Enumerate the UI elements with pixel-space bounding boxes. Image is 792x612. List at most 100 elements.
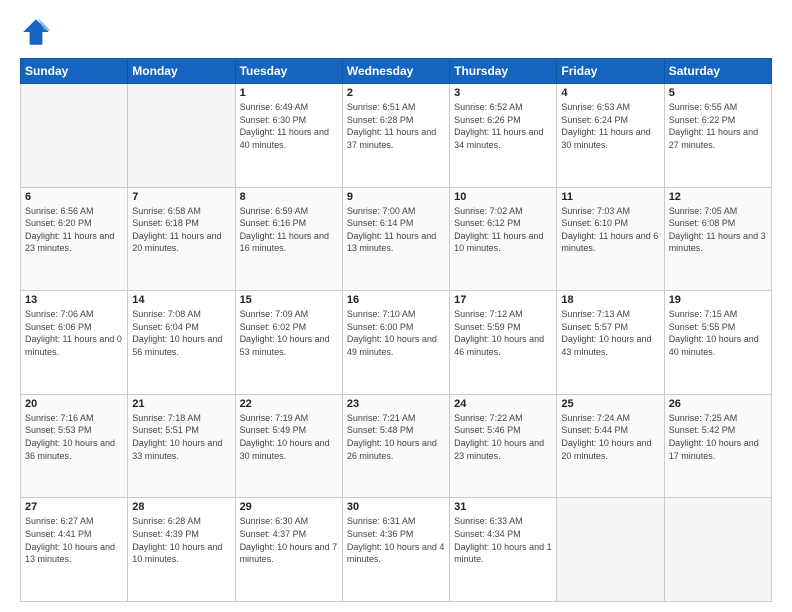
day-info: Sunrise: 6:55 AMSunset: 6:22 PMDaylight:… [669,101,767,151]
day-info: Sunrise: 6:59 AMSunset: 6:16 PMDaylight:… [240,205,338,255]
calendar-cell: 25Sunrise: 7:24 AMSunset: 5:44 PMDayligh… [557,394,664,498]
day-info: Sunrise: 7:03 AMSunset: 6:10 PMDaylight:… [561,205,659,255]
day-info: Sunrise: 7:12 AMSunset: 5:59 PMDaylight:… [454,308,552,358]
calendar-cell: 5 Sunrise: 6:55 AMSunset: 6:22 PMDaylight… [664,84,771,188]
day-number: 17 [454,294,552,306]
calendar-cell [557,498,664,602]
day-info: Sunrise: 6:56 AMSunset: 6:20 PMDaylight:… [25,205,123,255]
calendar-cell: 23Sunrise: 7:21 AMSunset: 5:48 PMDayligh… [342,394,449,498]
day-number: 4 [561,87,659,99]
day-number: 20 [25,398,123,410]
day-info: Sunrise: 6:30 AMSunset: 4:37 PMDaylight:… [240,515,338,565]
day-number: 2 [347,87,445,99]
calendar-cell: 22 Sunrise: 7:19 AMSunset: 5:49 PMDayligh… [235,394,342,498]
calendar-cell: 4 Sunrise: 6:53 AMSunset: 6:24 PMDaylight… [557,84,664,188]
day-info: Sunrise: 6:31 AMSunset: 4:36 PMDaylight:… [347,515,445,565]
day-number: 30 [347,501,445,513]
day-info: Sunrise: 7:06 AMSunset: 6:06 PMDaylight:… [25,308,123,358]
day-number: 5 [669,87,767,99]
day-header-wednesday: Wednesday [342,59,449,84]
day-number: 26 [669,398,767,410]
day-header-saturday: Saturday [664,59,771,84]
calendar-cell: 28 Sunrise: 6:28 AMSunset: 4:39 PMDayligh… [128,498,235,602]
calendar-cell: 16Sunrise: 7:10 AMSunset: 6:00 PMDayligh… [342,291,449,395]
day-number: 31 [454,501,552,513]
calendar-week-row: 1 Sunrise: 6:49 AMSunset: 6:30 PMDaylight… [21,84,772,188]
day-info: Sunrise: 7:22 AMSunset: 5:46 PMDaylight:… [454,412,552,462]
calendar-cell: 9Sunrise: 7:00 AMSunset: 6:14 PMDaylight… [342,187,449,291]
calendar-cell: 13Sunrise: 7:06 AMSunset: 6:06 PMDayligh… [21,291,128,395]
day-info: Sunrise: 7:09 AMSunset: 6:02 PMDaylight:… [240,308,338,358]
calendar-cell: 8 Sunrise: 6:59 AMSunset: 6:16 PMDaylight… [235,187,342,291]
day-info: Sunrise: 7:05 AMSunset: 6:08 PMDaylight:… [669,205,767,255]
day-number: 11 [561,191,659,203]
calendar-cell: 17 Sunrise: 7:12 AMSunset: 5:59 PMDayligh… [450,291,557,395]
day-number: 3 [454,87,552,99]
calendar-cell: 30 Sunrise: 6:31 AMSunset: 4:36 PMDayligh… [342,498,449,602]
calendar-cell: 31 Sunrise: 6:33 AMSunset: 4:34 PMDayligh… [450,498,557,602]
day-info: Sunrise: 7:18 AMSunset: 5:51 PMDaylight:… [132,412,230,462]
calendar-cell: 10 Sunrise: 7:02 AMSunset: 6:12 PMDayligh… [450,187,557,291]
day-header-tuesday: Tuesday [235,59,342,84]
day-info: Sunrise: 7:02 AMSunset: 6:12 PMDaylight:… [454,205,552,255]
calendar-cell: 2 Sunrise: 6:51 AMSunset: 6:28 PMDaylight… [342,84,449,188]
calendar-cell: 29 Sunrise: 6:30 AMSunset: 4:37 PMDayligh… [235,498,342,602]
calendar-cell: 1 Sunrise: 6:49 AMSunset: 6:30 PMDaylight… [235,84,342,188]
day-info: Sunrise: 6:27 AMSunset: 4:41 PMDaylight:… [25,515,123,565]
day-number: 1 [240,87,338,99]
day-info: Sunrise: 7:13 AMSunset: 5:57 PMDaylight:… [561,308,659,358]
calendar-week-row: 13Sunrise: 7:06 AMSunset: 6:06 PMDayligh… [21,291,772,395]
calendar-cell: 6 Sunrise: 6:56 AMSunset: 6:20 PMDaylight… [21,187,128,291]
day-info: Sunrise: 6:28 AMSunset: 4:39 PMDaylight:… [132,515,230,565]
calendar-cell: 7 Sunrise: 6:58 AMSunset: 6:18 PMDaylight… [128,187,235,291]
logo-icon [20,16,52,48]
day-info: Sunrise: 7:19 AMSunset: 5:49 PMDaylight:… [240,412,338,462]
day-number: 24 [454,398,552,410]
day-info: Sunrise: 6:58 AMSunset: 6:18 PMDaylight:… [132,205,230,255]
calendar-cell [21,84,128,188]
day-info: Sunrise: 7:25 AMSunset: 5:42 PMDaylight:… [669,412,767,462]
page: SundayMondayTuesdayWednesdayThursdayFrid… [0,0,792,612]
day-number: 27 [25,501,123,513]
calendar-cell: 12 Sunrise: 7:05 AMSunset: 6:08 PMDayligh… [664,187,771,291]
day-number: 18 [561,294,659,306]
calendar-cell: 3Sunrise: 6:52 AMSunset: 6:26 PMDaylight… [450,84,557,188]
day-number: 25 [561,398,659,410]
day-number: 19 [669,294,767,306]
calendar-cell [128,84,235,188]
day-info: Sunrise: 7:15 AMSunset: 5:55 PMDaylight:… [669,308,767,358]
day-info: Sunrise: 6:51 AMSunset: 6:28 PMDaylight:… [347,101,445,151]
calendar-cell: 19 Sunrise: 7:15 AMSunset: 5:55 PMDayligh… [664,291,771,395]
logo [20,16,56,48]
day-number: 6 [25,191,123,203]
day-number: 12 [669,191,767,203]
day-number: 10 [454,191,552,203]
day-info: Sunrise: 7:16 AMSunset: 5:53 PMDaylight:… [25,412,123,462]
day-number: 8 [240,191,338,203]
calendar-cell: 26 Sunrise: 7:25 AMSunset: 5:42 PMDayligh… [664,394,771,498]
day-header-friday: Friday [557,59,664,84]
calendar-week-row: 6 Sunrise: 6:56 AMSunset: 6:20 PMDaylight… [21,187,772,291]
calendar-cell: 20 Sunrise: 7:16 AMSunset: 5:53 PMDayligh… [21,394,128,498]
header [20,16,772,48]
calendar-cell: 21 Sunrise: 7:18 AMSunset: 5:51 PMDayligh… [128,394,235,498]
day-header-thursday: Thursday [450,59,557,84]
day-info: Sunrise: 6:53 AMSunset: 6:24 PMDaylight:… [561,101,659,151]
day-info: Sunrise: 6:33 AMSunset: 4:34 PMDaylight:… [454,515,552,565]
day-number: 21 [132,398,230,410]
day-number: 15 [240,294,338,306]
day-info: Sunrise: 7:21 AMSunset: 5:48 PMDaylight:… [347,412,445,462]
day-number: 28 [132,501,230,513]
day-number: 16 [347,294,445,306]
day-number: 9 [347,191,445,203]
day-number: 22 [240,398,338,410]
calendar-cell: 11 Sunrise: 7:03 AMSunset: 6:10 PMDayligh… [557,187,664,291]
day-info: Sunrise: 6:49 AMSunset: 6:30 PMDaylight:… [240,101,338,151]
day-header-monday: Monday [128,59,235,84]
calendar-week-row: 20 Sunrise: 7:16 AMSunset: 5:53 PMDayligh… [21,394,772,498]
calendar-week-row: 27 Sunrise: 6:27 AMSunset: 4:41 PMDayligh… [21,498,772,602]
calendar-cell: 14Sunrise: 7:08 AMSunset: 6:04 PMDayligh… [128,291,235,395]
day-number: 29 [240,501,338,513]
day-number: 7 [132,191,230,203]
calendar-cell: 27 Sunrise: 6:27 AMSunset: 4:41 PMDayligh… [21,498,128,602]
